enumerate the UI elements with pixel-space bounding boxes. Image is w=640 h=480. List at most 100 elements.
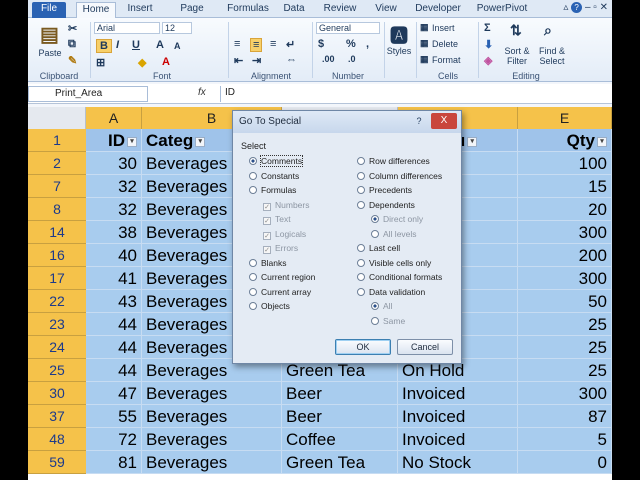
row-header[interactable]: 1 <box>28 129 86 152</box>
name-box[interactable]: Print_Area <box>28 86 148 102</box>
decrease-decimal-icon[interactable]: .0 <box>348 54 356 64</box>
copy-icon[interactable]: ⧉ <box>68 38 76 51</box>
align-left-icon[interactable]: ≡ <box>234 38 240 50</box>
close-window-icon[interactable]: ✕ <box>600 2 608 13</box>
table-cell[interactable]: 0 <box>518 451 612 474</box>
table-cell[interactable]: 87 <box>518 405 612 428</box>
radio-dependents[interactable]: Dependents <box>357 199 415 211</box>
table-cell[interactable]: Beverages <box>142 428 282 451</box>
tab-data[interactable]: Data <box>276 2 312 18</box>
radio-formulas[interactable]: Formulas <box>249 184 296 196</box>
table-cell[interactable]: 55 <box>86 405 142 428</box>
table-cell[interactable]: 47 <box>86 382 142 405</box>
filter-dropdown-icon[interactable]: ▾ <box>467 136 478 147</box>
table-cell[interactable]: 38 <box>86 221 142 244</box>
font-color-icon[interactable]: A <box>162 56 170 68</box>
find-select-icon[interactable]: ⌕ <box>544 22 552 39</box>
restore-window-icon[interactable]: ▫ <box>593 2 597 13</box>
sort-filter-icon[interactable]: ⇅ <box>510 22 522 39</box>
table-cell[interactable]: 32 <box>86 175 142 198</box>
underline-icon[interactable]: U <box>132 39 140 51</box>
table-cell[interactable]: 25 <box>518 313 612 336</box>
table-cell[interactable]: Green Tea <box>282 451 398 474</box>
font-name-dropdown[interactable]: Arial <box>94 22 160 34</box>
radio-current-array[interactable]: Current array <box>249 286 311 298</box>
paste-button[interactable]: Paste <box>32 48 68 58</box>
delete-cells-icon[interactable]: ▦ <box>420 38 429 49</box>
table-cell[interactable]: 5 <box>518 428 612 451</box>
table-cell[interactable]: 300 <box>518 267 612 290</box>
tab-insert[interactable]: Insert <box>120 2 160 18</box>
radio-column-differences[interactable]: Column differences <box>357 170 442 182</box>
row-header[interactable]: 7 <box>28 175 86 198</box>
row-header[interactable]: 25 <box>28 359 86 382</box>
tab-home[interactable]: Home <box>76 2 116 18</box>
comma-style-icon[interactable]: , <box>366 38 369 50</box>
row-header[interactable]: 24 <box>28 336 86 359</box>
radio-row-differences[interactable]: Row differences <box>357 155 430 167</box>
table-cell[interactable]: 100 <box>518 152 612 175</box>
borders-icon[interactable]: ⊞ <box>96 56 105 69</box>
table-cell[interactable]: 40 <box>86 244 142 267</box>
insert-cells-button[interactable]: Insert <box>432 23 468 33</box>
align-right-icon[interactable]: ≡ <box>270 38 276 50</box>
radio-objects[interactable]: Objects <box>249 300 290 312</box>
shrink-font-icon[interactable]: A <box>174 41 181 51</box>
row-header[interactable]: 2 <box>28 152 86 175</box>
table-cell[interactable]: 300 <box>518 221 612 244</box>
grow-font-icon[interactable]: A <box>156 39 164 51</box>
table-cell[interactable]: 25 <box>518 336 612 359</box>
row-header[interactable]: 16 <box>28 244 86 267</box>
radio-comments[interactable]: Comments <box>249 155 304 167</box>
filter-dropdown-icon[interactable]: ▾ <box>195 136 206 147</box>
row-header[interactable]: 17 <box>28 267 86 290</box>
row-header[interactable]: 8 <box>28 198 86 221</box>
format-cells-button[interactable]: Format <box>432 55 468 65</box>
styles-button[interactable]: Styles <box>384 46 414 56</box>
sort-filter-button[interactable]: Sort & Filter <box>500 46 534 66</box>
select-all-corner[interactable] <box>28 107 86 129</box>
header-cell[interactable]: Qty ▾ <box>518 129 612 152</box>
table-cell[interactable]: Beverages <box>142 451 282 474</box>
table-cell[interactable]: 72 <box>86 428 142 451</box>
insert-function-icon[interactable]: fx <box>198 87 206 98</box>
align-center-icon[interactable]: ≡ <box>250 38 263 52</box>
italic-icon[interactable]: I <box>116 39 119 51</box>
font-size-dropdown[interactable]: 12 <box>162 22 192 34</box>
row-header[interactable]: 14 <box>28 221 86 244</box>
table-cell[interactable]: 30 <box>86 152 142 175</box>
tab-file[interactable]: File <box>32 2 66 18</box>
increase-indent-icon[interactable]: ⇥ <box>252 54 261 67</box>
row-header[interactable]: 22 <box>28 290 86 313</box>
table-cell[interactable]: 44 <box>86 359 142 382</box>
table-cell[interactable]: No Stock <box>398 451 518 474</box>
table-cell[interactable]: Coffee <box>282 428 398 451</box>
table-cell[interactable]: 43 <box>86 290 142 313</box>
table-cell[interactable]: Invoiced <box>398 405 518 428</box>
percent-icon[interactable]: % <box>346 38 356 50</box>
table-cell[interactable]: 20 <box>518 198 612 221</box>
tab-powerpivot[interactable]: PowerPivot <box>472 2 532 18</box>
radio-conditional-formats[interactable]: Conditional formats <box>357 271 442 283</box>
cancel-button[interactable]: Cancel <box>397 339 453 355</box>
table-cell[interactable]: Beer <box>282 405 398 428</box>
header-cell[interactable]: ID ▾ <box>86 129 142 152</box>
table-cell[interactable]: 50 <box>518 290 612 313</box>
row-header[interactable]: 30 <box>28 382 86 405</box>
filter-dropdown-icon[interactable]: ▾ <box>597 136 607 147</box>
table-cell[interactable]: 44 <box>86 336 142 359</box>
currency-icon[interactable]: $ <box>318 38 324 50</box>
increase-decimal-icon[interactable]: .00 <box>322 54 335 64</box>
dialog-help-button[interactable]: ? <box>411 114 427 128</box>
tab-view[interactable]: View <box>366 2 406 18</box>
dialog-close-button[interactable]: X <box>431 113 457 129</box>
row-header[interactable]: 48 <box>28 428 86 451</box>
row-header[interactable]: 23 <box>28 313 86 336</box>
table-cell[interactable]: Beverages <box>142 405 282 428</box>
table-cell[interactable]: 41 <box>86 267 142 290</box>
insert-cells-icon[interactable]: ▦ <box>420 22 429 33</box>
radio-last-cell[interactable]: Last cell <box>357 242 400 254</box>
radio-data-validation[interactable]: Data validation <box>357 286 425 298</box>
row-header[interactable]: 59 <box>28 451 86 474</box>
table-cell[interactable]: 81 <box>86 451 142 474</box>
